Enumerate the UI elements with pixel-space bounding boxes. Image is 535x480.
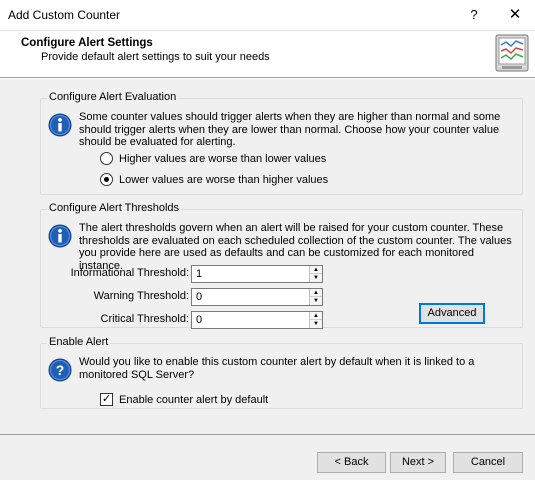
- radio-higher-label: Higher values are worse than lower value…: [119, 152, 327, 165]
- svg-text:?: ?: [56, 362, 65, 378]
- informational-threshold-value[interactable]: 1: [196, 268, 202, 280]
- alert-thresholds-group: Configure Alert Thresholds The alert thr…: [40, 202, 523, 329]
- warning-spinner[interactable]: ▲ ▼: [309, 289, 322, 305]
- warning-threshold-value[interactable]: 0: [196, 291, 202, 303]
- spin-down-icon[interactable]: ▼: [310, 274, 322, 282]
- page-title: Configure Alert Settings: [21, 37, 153, 49]
- radio-higher-worse[interactable]: Higher values are worse than lower value…: [100, 152, 326, 165]
- page-subtitle: Provide default alert settings to suit y…: [41, 51, 270, 63]
- spin-up-icon[interactable]: ▲: [310, 289, 322, 297]
- spin-down-icon[interactable]: ▼: [310, 297, 322, 305]
- spin-up-icon[interactable]: ▲: [310, 312, 322, 320]
- spin-down-icon[interactable]: ▼: [310, 320, 322, 328]
- wizard-header: Configure Alert Settings Provide default…: [0, 31, 535, 78]
- critical-threshold-input[interactable]: 0 ▲ ▼: [191, 311, 323, 329]
- wizard-body: Configure Alert Evaluation Some counter …: [0, 79, 535, 434]
- group-label-evaluation: Configure Alert Evaluation: [47, 91, 179, 103]
- informational-spinner[interactable]: ▲ ▼: [309, 266, 322, 282]
- group-label-thresholds: Configure Alert Thresholds: [47, 202, 182, 214]
- alert-evaluation-group: Configure Alert Evaluation Some counter …: [40, 91, 523, 195]
- back-button[interactable]: < Back: [317, 452, 386, 473]
- enable-alert-checkbox-label: Enable counter alert by default: [119, 393, 269, 406]
- monitor-chart-icon: [495, 34, 529, 72]
- warning-threshold-label: Warning Threshold:: [93, 290, 189, 302]
- informational-threshold-label: Informational Threshold:: [70, 267, 189, 279]
- informational-threshold-input[interactable]: 1 ▲ ▼: [191, 265, 323, 283]
- critical-spinner[interactable]: ▲ ▼: [309, 312, 322, 328]
- question-icon: ?: [48, 358, 72, 382]
- next-button[interactable]: Next >: [390, 452, 446, 473]
- evaluation-description: Some counter values should trigger alert…: [79, 111, 501, 148]
- checkmark-icon[interactable]: ✓: [100, 393, 113, 406]
- radio-lower-label: Lower values are worse than higher value…: [119, 173, 329, 186]
- close-button[interactable]: ✕: [497, 0, 533, 31]
- critical-threshold-value[interactable]: 0: [196, 314, 202, 326]
- title-bar: Add Custom Counter ? ✕: [0, 0, 535, 31]
- group-label-enable: Enable Alert: [47, 336, 111, 348]
- info-icon: [48, 224, 72, 248]
- radio-lower-circle[interactable]: [100, 173, 113, 186]
- enable-alert-checkbox[interactable]: ✓ Enable counter alert by default: [100, 393, 268, 406]
- help-button[interactable]: ?: [458, 0, 490, 31]
- radio-higher-circle[interactable]: [100, 152, 113, 165]
- window-title: Add Custom Counter: [8, 8, 121, 22]
- radio-lower-worse[interactable]: Lower values are worse than higher value…: [100, 173, 328, 186]
- spin-up-icon[interactable]: ▲: [310, 266, 322, 274]
- enable-alert-group: Enable Alert ? Would you like to enable …: [40, 336, 523, 409]
- info-icon: [48, 113, 72, 137]
- wizard-footer: < Back Next > Cancel: [0, 434, 535, 480]
- enable-question: Would you like to enable this custom cou…: [79, 356, 475, 381]
- advanced-button[interactable]: Advanced: [419, 303, 485, 324]
- cancel-button[interactable]: Cancel: [453, 452, 523, 473]
- critical-threshold-label: Critical Threshold:: [100, 313, 189, 325]
- warning-threshold-input[interactable]: 0 ▲ ▼: [191, 288, 323, 306]
